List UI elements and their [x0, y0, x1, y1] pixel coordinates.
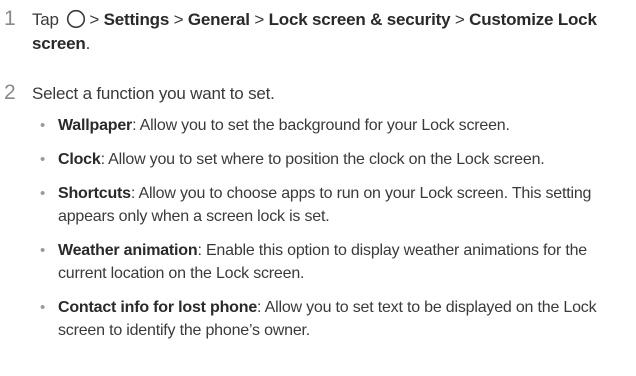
- bullet-icon: •: [40, 242, 46, 259]
- path-lock-screen-security: Lock screen & security: [268, 10, 451, 29]
- list-item-contact-info: • Contact info for lost phone: Allow you…: [36, 296, 632, 342]
- step-number: 1: [4, 7, 16, 30]
- item-description: : Allow you to set where to position the…: [100, 151, 545, 168]
- item-term: Clock: [58, 151, 101, 168]
- path-general: General: [187, 10, 250, 29]
- function-list: • Wallpaper: Allow you to set the backgr…: [36, 114, 632, 353]
- sentence-end: .: [85, 34, 91, 53]
- list-item-weather-animation: • Weather animation: Enable this option …: [36, 239, 632, 285]
- step-1-text: Tap > Settings > General > Lock screen &…: [32, 8, 636, 56]
- list-item-clock: • Clock: Allow you to set where to posit…: [36, 148, 632, 171]
- step-number: 2: [4, 81, 16, 104]
- path-settings: Settings: [103, 10, 170, 29]
- home-circle-icon: [66, 9, 86, 29]
- item-term: Weather animation: [58, 242, 198, 259]
- item-description: : Allow you to choose apps to run on you…: [58, 185, 592, 225]
- path-separator: >: [173, 10, 184, 29]
- path-separator: >: [89, 10, 100, 29]
- bullet-icon: •: [40, 117, 46, 134]
- list-item-wallpaper: • Wallpaper: Allow you to set the backgr…: [36, 114, 632, 137]
- item-term: Contact info for lost phone: [58, 299, 258, 316]
- step-2-text: Select a function you want to set.: [32, 84, 275, 103]
- item-term: Shortcuts: [58, 185, 131, 202]
- list-item-shortcuts: • Shortcuts: Allow you to choose apps to…: [36, 182, 632, 228]
- path-separator: >: [254, 10, 265, 29]
- tap-text: Tap: [32, 10, 59, 29]
- bullet-icon: •: [40, 185, 46, 202]
- bullet-icon: •: [40, 151, 46, 168]
- item-term: Wallpaper: [58, 117, 133, 134]
- item-description: : Allow you to set the background for yo…: [132, 117, 510, 134]
- bullet-icon: •: [40, 299, 46, 316]
- path-separator: >: [454, 10, 465, 29]
